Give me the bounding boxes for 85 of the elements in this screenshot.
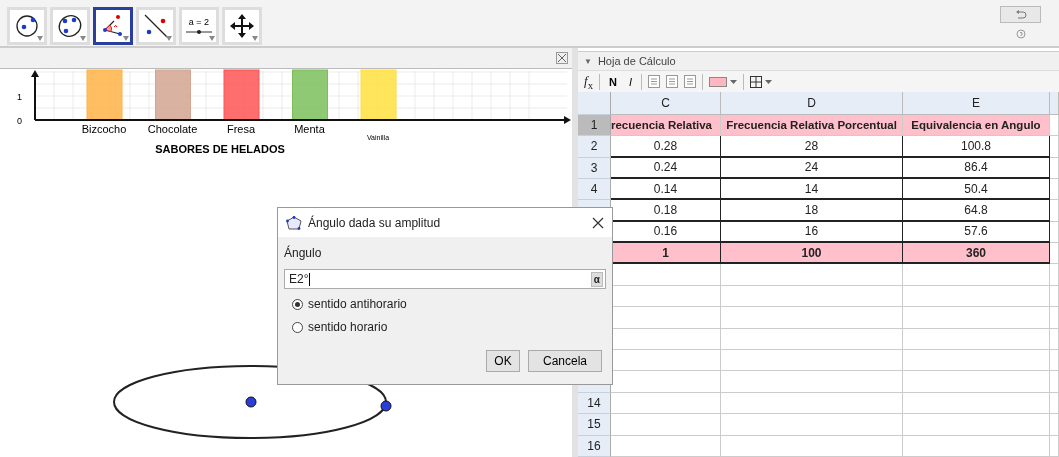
align-icon[interactable]	[684, 75, 697, 89]
table-cell	[1050, 243, 1059, 265]
chart-title: SABORES DE HELADOS	[155, 143, 285, 155]
table-cell	[1050, 200, 1059, 222]
row-header[interactable]: 15	[578, 414, 611, 436]
table-cell	[1050, 414, 1059, 436]
table-cell: 86.4	[903, 157, 1050, 179]
table-cell	[1050, 264, 1059, 286]
angle-input-field[interactable]: E2° α	[284, 269, 606, 289]
table-cell	[1050, 285, 1059, 308]
undo-icon	[1014, 9, 1027, 20]
formula-icon[interactable]: f$_{x}$	[584, 72, 594, 91]
row-header[interactable]: 16	[578, 435, 611, 457]
table-cell	[1050, 136, 1059, 158]
table-cell	[1050, 307, 1059, 329]
point	[245, 396, 257, 408]
table-cell	[1050, 392, 1059, 415]
axis-tick-label: 0	[17, 116, 22, 126]
radio-label[interactable]: sentido horario	[308, 320, 388, 334]
table-cell	[1050, 371, 1059, 393]
radio-label[interactable]: sentido antihorario	[308, 297, 407, 311]
tool-button[interactable]	[93, 7, 133, 45]
polygon-icon	[286, 215, 302, 230]
radio-button[interactable]	[292, 321, 303, 333]
table-cell	[1050, 157, 1059, 179]
row-header[interactable]: 2	[578, 136, 611, 158]
row-header[interactable]: 3	[578, 157, 611, 179]
close-icon[interactable]	[592, 216, 604, 229]
bar-label: Bizcocho	[81, 123, 127, 135]
table-cell: 18	[721, 200, 903, 222]
table-cell: 64.8	[903, 200, 1050, 222]
row-header[interactable]: 14	[578, 392, 611, 415]
ellipse-points-icon	[57, 13, 83, 39]
circle-point-icon	[14, 13, 40, 39]
bar-label: Chocolate	[147, 123, 198, 135]
table-cell: 14	[721, 178, 903, 201]
row-header[interactable]: 4	[578, 178, 611, 201]
bold-button[interactable]: N	[606, 75, 620, 88]
tool-button[interactable]: a = 2	[179, 7, 219, 45]
dialog-button[interactable]: OK	[486, 350, 520, 372]
align-icon[interactable]	[666, 75, 679, 89]
point	[380, 400, 392, 412]
table-cell: 24	[721, 157, 903, 179]
column-header[interactable]: E	[903, 91, 1050, 115]
table-cell: Equivalencia en Angulo	[903, 114, 1050, 137]
bar-label: Menta	[294, 123, 325, 135]
table-cell	[1050, 178, 1059, 201]
slider-label: a = 2	[188, 17, 210, 27]
table-cell	[1050, 114, 1059, 137]
table-cell: 360	[903, 243, 1050, 265]
italic-button[interactable]: I	[626, 75, 636, 88]
table-cell: Frecuencia Relativa Porcentual	[721, 114, 903, 137]
table-cell: 100.8	[903, 136, 1050, 158]
bar-label: Fresa	[226, 123, 256, 135]
dialog-button[interactable]: Cancela	[528, 350, 602, 372]
symbol-button[interactable]: α	[590, 271, 603, 287]
field-label: Ángulo	[284, 244, 323, 262]
move-icon	[229, 13, 255, 39]
collapse-caret-icon[interactable]: ▼	[584, 56, 592, 66]
table-cell: 50.4	[903, 178, 1050, 201]
table-cell: 28	[721, 136, 903, 158]
radio-button[interactable]	[292, 298, 303, 310]
line-point-icon	[143, 13, 169, 39]
y-axis	[31, 70, 39, 121]
table-cell: 100	[721, 243, 903, 265]
column-header[interactable]: C	[611, 91, 721, 115]
table-cell: 1	[611, 243, 721, 265]
help-icon[interactable]	[1015, 29, 1026, 39]
table-cell: 0.24	[611, 157, 721, 179]
align-icon[interactable]	[648, 75, 661, 89]
table-cell	[1050, 350, 1059, 372]
row-header[interactable]: 1	[578, 114, 611, 137]
panel-title: Hoja de Cálculo	[597, 55, 676, 68]
fill-color-icon[interactable]	[709, 76, 738, 87]
table-cell	[1050, 221, 1059, 244]
column-header[interactable]: D	[721, 91, 903, 115]
table-cell: 0.28	[611, 136, 721, 158]
table-cell: recuencia Relativa	[611, 114, 721, 137]
table-cell: 0.14	[611, 178, 721, 201]
axis-tick-label: 1	[17, 92, 22, 102]
corner-cell[interactable]	[578, 91, 611, 115]
table-cell	[1050, 328, 1059, 351]
table-cell	[1050, 435, 1059, 457]
slider-icon	[186, 29, 212, 35]
dialog-title: Ángulo dada su amplitud	[308, 215, 441, 230]
